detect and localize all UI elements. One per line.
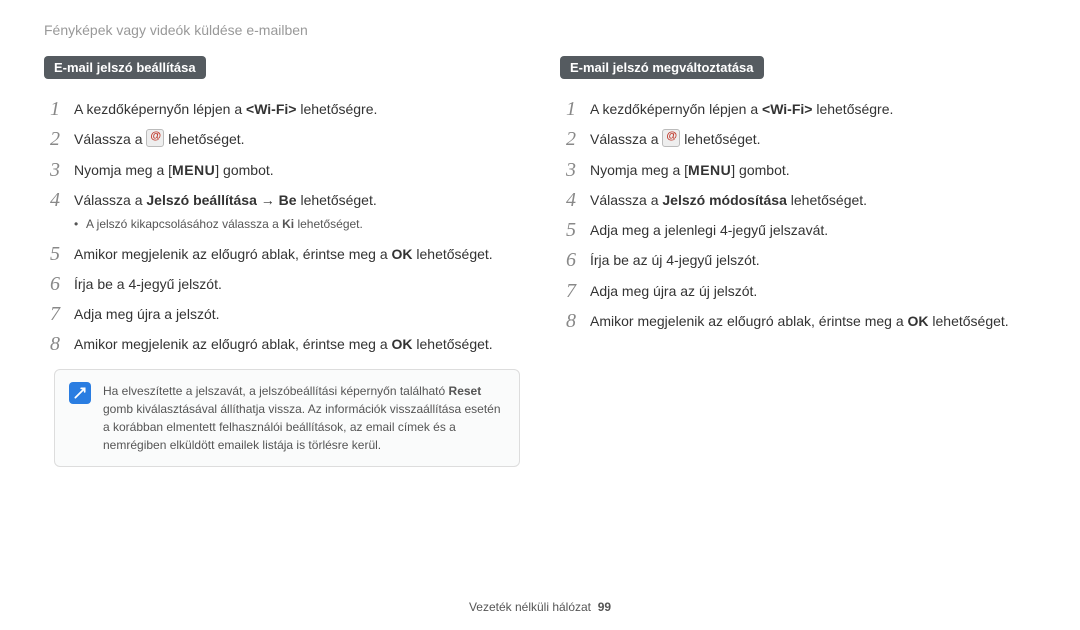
left-steps: A kezdőképernyőn lépjen a <Wi-Fi> lehető… xyxy=(44,99,520,355)
page: Fényképek vagy videók küldése e-mailben … xyxy=(0,0,1080,630)
step-item: A kezdőképernyőn lépjen a <Wi-Fi> lehető… xyxy=(560,99,1036,119)
step-item: Nyomja meg a [MENU] gombot. xyxy=(44,160,520,180)
email-icon xyxy=(146,129,164,147)
step-item: Amikor megjelenik az előugró ablak, érin… xyxy=(560,311,1036,331)
step-item: Adja meg újra a jelszót. xyxy=(44,304,520,324)
right-header-pill: E-mail jelszó megváltoztatása xyxy=(560,56,764,79)
note-text: Ha elveszítette a jelszavát, a jelszóbeá… xyxy=(103,382,505,454)
page-title: Fényképek vagy videók küldése e-mailben xyxy=(44,22,1036,38)
step-item: Adja meg újra az új jelszót. xyxy=(560,281,1036,301)
step-text: Válassza a Jelszó módosítása lehetőséget… xyxy=(590,192,867,208)
step-item: Írja be az új 4-jegyű jelszót. xyxy=(560,250,1036,270)
left-header-pill: E-mail jelszó beállítása xyxy=(44,56,206,79)
step-item: Nyomja meg a [MENU] gombot. xyxy=(560,160,1036,180)
step-item: Amikor megjelenik az előugró ablak, érin… xyxy=(44,244,520,264)
step-item: Adja meg a jelenlegi 4-jegyű jelszavát. xyxy=(560,220,1036,240)
step-item: Válassza a Jelszó módosítása lehetőséget… xyxy=(560,190,1036,210)
step-text: Adja meg újra a jelszót. xyxy=(74,306,220,322)
step-text: A kezdőképernyőn lépjen a <Wi-Fi> lehető… xyxy=(590,101,893,117)
step-text: Válassza a Jelszó beállítása → Be lehető… xyxy=(74,192,377,208)
step-item: Válassza a lehetőséget. xyxy=(560,129,1036,149)
right-steps: A kezdőképernyőn lépjen a <Wi-Fi> lehető… xyxy=(560,99,1036,331)
step-text: Amikor megjelenik az előugró ablak, érin… xyxy=(74,336,493,352)
note-icon xyxy=(69,382,91,404)
footer: Vezeték nélküli hálózat 99 xyxy=(0,600,1080,614)
step-item: Amikor megjelenik az előugró ablak, érin… xyxy=(44,334,520,354)
step-text: Válassza a lehetőséget. xyxy=(74,131,245,147)
step-subnote: A jelszó kikapcsolásához válassza a Ki l… xyxy=(74,216,520,233)
step-text: Nyomja meg a [MENU] gombot. xyxy=(590,162,790,178)
step-item: Írja be a 4-jegyű jelszót. xyxy=(44,274,520,294)
step-text: Adja meg a jelenlegi 4-jegyű jelszavát. xyxy=(590,222,828,238)
step-text: Amikor megjelenik az előugró ablak, érin… xyxy=(74,246,493,262)
right-column: E-mail jelszó megváltoztatása A kezdőkép… xyxy=(560,56,1036,467)
step-item: A kezdőképernyőn lépjen a <Wi-Fi> lehető… xyxy=(44,99,520,119)
footer-page-number: 99 xyxy=(598,600,611,614)
note-callout: Ha elveszítette a jelszavát, a jelszóbeá… xyxy=(54,369,520,467)
step-item: Válassza a Jelszó beállítása → Be lehető… xyxy=(44,190,520,234)
step-text: A kezdőképernyőn lépjen a <Wi-Fi> lehető… xyxy=(74,101,377,117)
step-text: Amikor megjelenik az előugró ablak, érin… xyxy=(590,313,1009,329)
email-icon xyxy=(662,129,680,147)
step-item: Válassza a lehetőséget. xyxy=(44,129,520,149)
step-text: Írja be az új 4-jegyű jelszót. xyxy=(590,252,760,268)
step-text: Adja meg újra az új jelszót. xyxy=(590,283,757,299)
step-text: Nyomja meg a [MENU] gombot. xyxy=(74,162,274,178)
columns: E-mail jelszó beállítása A kezdőképernyő… xyxy=(44,56,1036,467)
step-text: Írja be a 4-jegyű jelszót. xyxy=(74,276,222,292)
footer-section: Vezeték nélküli hálózat xyxy=(469,600,591,614)
left-column: E-mail jelszó beállítása A kezdőképernyő… xyxy=(44,56,520,467)
step-text: Válassza a lehetőséget. xyxy=(590,131,761,147)
